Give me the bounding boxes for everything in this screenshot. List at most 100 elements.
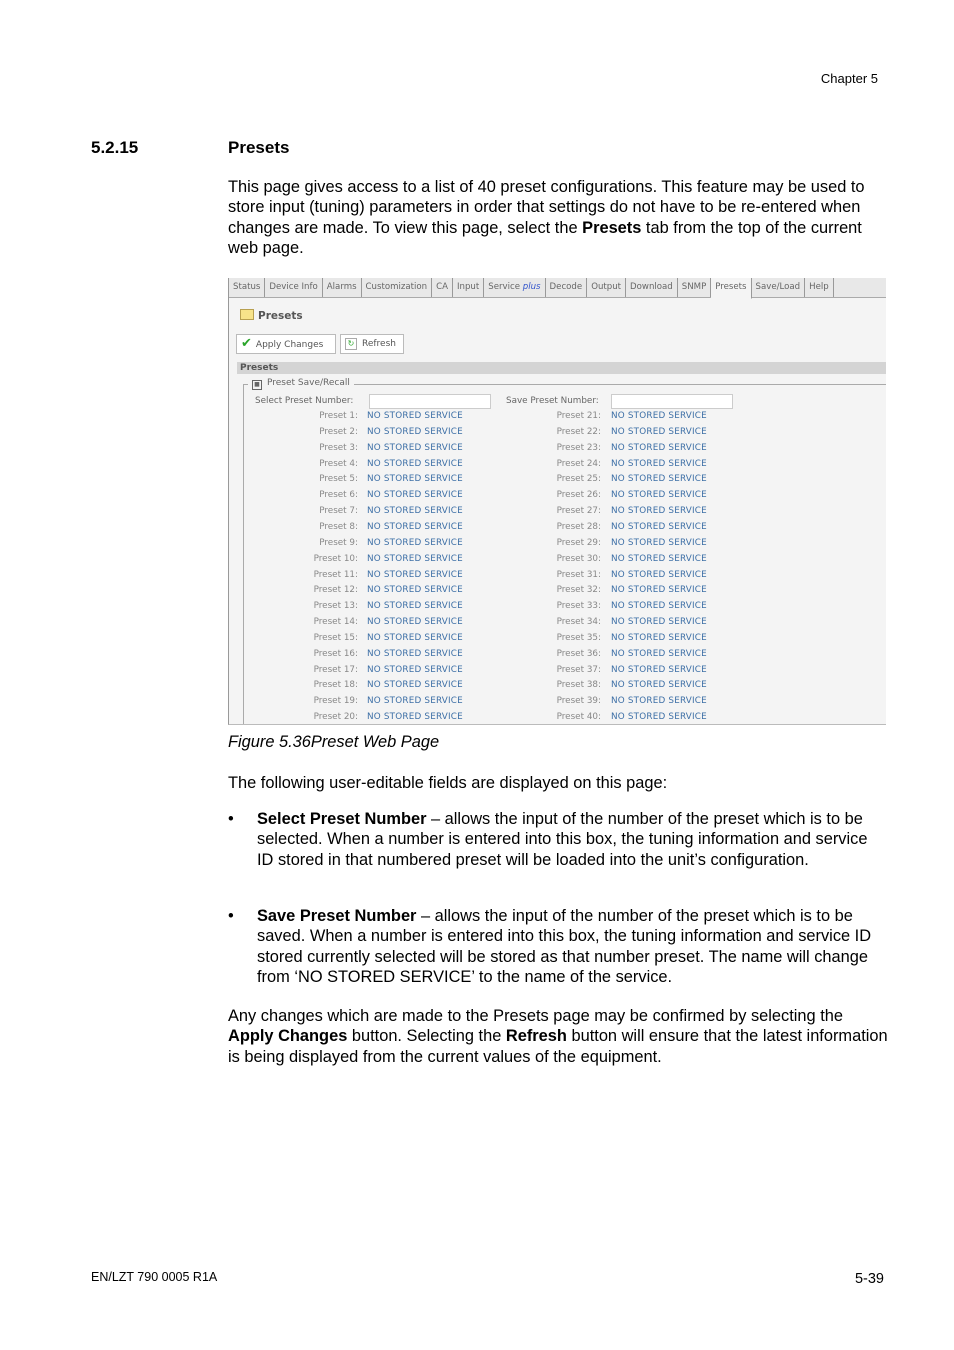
- preset-value: NO STORED SERVICE: [611, 712, 707, 723]
- intro-bold: Presets: [582, 218, 642, 237]
- tab-label: Help: [809, 282, 829, 292]
- preset-label: Preset 23:: [556, 442, 601, 453]
- preset-label: Preset 21:: [556, 411, 601, 421]
- preset-label: Preset 17:: [313, 664, 358, 675]
- preset-value: NO STORED SERVICE: [611, 617, 707, 628]
- preset-value: NO STORED SERVICE: [611, 506, 707, 517]
- closing-paragraph: Any changes which are made to the Preset…: [228, 1006, 888, 1067]
- preset-label: Preset 22:: [556, 426, 601, 437]
- preset-value: NO STORED SERVICE: [611, 537, 707, 548]
- preset-value: NO STORED SERVICE: [367, 648, 463, 659]
- preset-label: Preset 5:: [319, 474, 358, 485]
- preset-value: NO STORED SERVICE: [611, 442, 707, 453]
- preset-label: Preset 15:: [313, 632, 358, 643]
- tab-label: Output: [591, 282, 622, 292]
- tab-alarms[interactable]: Alarms: [323, 278, 362, 297]
- document-id: EN/LZT 790 0005 R1A: [91, 1270, 218, 1284]
- preset-value: NO STORED SERVICE: [611, 411, 707, 421]
- preset-value: NO STORED SERVICE: [367, 585, 463, 596]
- preset-value: NO STORED SERVICE: [367, 474, 463, 485]
- tab-help[interactable]: Help: [805, 278, 834, 297]
- preset-label: Preset 25:: [556, 474, 601, 485]
- preset-value: NO STORED SERVICE: [611, 458, 707, 469]
- figure-caption: Figure 5.36Preset Web Page: [228, 733, 440, 751]
- tab-decode[interactable]: Decode: [546, 278, 588, 297]
- preset-label: Preset 40:: [556, 712, 601, 723]
- tab-ca[interactable]: CA: [432, 278, 453, 297]
- preset-label: Preset 7:: [319, 506, 358, 517]
- bullet-save-preset: • Save Preset Number – allows the input o…: [228, 906, 888, 988]
- select-preset-label: Select Preset Number:: [255, 396, 354, 406]
- preset-label: Preset 34:: [556, 617, 601, 628]
- preset-value: NO STORED SERVICE: [367, 458, 463, 469]
- legend-text: Preset Save/Recall: [267, 378, 350, 388]
- checkmark-icon: ✔: [241, 336, 252, 351]
- apply-changes-button[interactable]: ✔ Apply Changes: [236, 334, 336, 354]
- select-preset-input[interactable]: [369, 394, 491, 409]
- preset-label: Preset 14:: [313, 617, 358, 628]
- preset-label: Preset 29:: [556, 537, 601, 548]
- preset-value: NO STORED SERVICE: [611, 490, 707, 501]
- preset-value: NO STORED SERVICE: [611, 426, 707, 437]
- bullet-dot: •: [228, 810, 234, 828]
- tab-device-info[interactable]: Device Info: [265, 278, 323, 297]
- preset-value: NO STORED SERVICE: [367, 537, 463, 548]
- bullet-term: Save Preset Number: [257, 907, 417, 925]
- tab-presets[interactable]: Presets: [711, 278, 752, 299]
- preset-label: Preset 19:: [313, 696, 358, 707]
- bullet-select-preset: • Select Preset Number – allows the input…: [228, 809, 888, 870]
- preset-value: NO STORED SERVICE: [367, 506, 463, 517]
- preset-label: Preset 1:: [319, 411, 358, 421]
- document-page: Chapter 5 5.2.15 Presets This page gives…: [0, 0, 954, 1350]
- apply-label: Apply Changes: [255, 340, 324, 350]
- page-title: Presets: [240, 309, 303, 322]
- tab-service[interactable]: Service plus: [484, 278, 546, 297]
- preset-label: Preset 39:: [556, 696, 601, 707]
- preset-value: NO STORED SERVICE: [367, 617, 463, 628]
- collapse-icon[interactable]: ■: [252, 380, 262, 390]
- preset-label: Preset 32:: [556, 585, 601, 596]
- refresh-label: Refresh: [362, 339, 396, 349]
- preset-label: Preset 18:: [313, 680, 358, 691]
- preset-value: NO STORED SERVICE: [367, 569, 463, 580]
- preset-label: Preset 24:: [556, 458, 601, 469]
- preset-label: Preset 38:: [556, 680, 601, 691]
- closing-bold: Apply Changes: [228, 1027, 348, 1046]
- preset-value: NO STORED SERVICE: [367, 426, 463, 437]
- tab-bar: Status Device Info Alarms Customization CA In…: [229, 278, 886, 299]
- preset-label: Preset 11:: [313, 569, 358, 580]
- tab-status[interactable]: Status: [229, 278, 266, 297]
- tab-save-load[interactable]: Save/Load: [752, 278, 806, 297]
- preset-value: NO STORED SERVICE: [367, 712, 463, 723]
- tab-download[interactable]: Download: [626, 278, 678, 297]
- tab-customization[interactable]: Customization: [362, 278, 433, 297]
- preset-value: NO STORED SERVICE: [367, 680, 463, 691]
- refresh-button[interactable]: ↻ Refresh: [340, 334, 404, 354]
- preset-value: NO STORED SERVICE: [367, 664, 463, 675]
- page-number: 5-39: [854, 1271, 884, 1287]
- tab-snmp[interactable]: SNMP: [678, 278, 712, 297]
- tab-label: Save/Load: [755, 282, 801, 292]
- preset-label: Preset 33:: [556, 601, 601, 612]
- preset-label: Preset 16:: [313, 648, 358, 659]
- save-preset-input[interactable]: [611, 394, 733, 409]
- preset-label: Preset 37:: [556, 664, 601, 675]
- preset-value: NO STORED SERVICE: [611, 521, 707, 532]
- preset-label: Preset 12:: [313, 585, 358, 596]
- preset-value: NO STORED SERVICE: [367, 411, 463, 421]
- tab-output[interactable]: Output: [587, 278, 627, 297]
- section-title: Presets: [228, 138, 290, 157]
- bullet-term: Select Preset Number: [257, 810, 427, 828]
- preset-value: NO STORED SERVICE: [611, 474, 707, 485]
- preset-label: Preset 8:: [319, 521, 358, 532]
- tab-label: Decode: [549, 282, 583, 292]
- tab-label: Device Info: [269, 282, 318, 292]
- refresh-icon: ↻: [345, 338, 357, 350]
- preset-value: NO STORED SERVICE: [611, 648, 707, 659]
- preset-label: Preset 2:: [319, 426, 358, 437]
- preset-value: NO STORED SERVICE: [611, 680, 707, 691]
- tab-label: Status: [233, 282, 261, 292]
- tab-input[interactable]: Input: [453, 278, 485, 297]
- preset-label: Preset 35:: [556, 632, 601, 643]
- save-preset-label: Save Preset Number:: [506, 396, 599, 406]
